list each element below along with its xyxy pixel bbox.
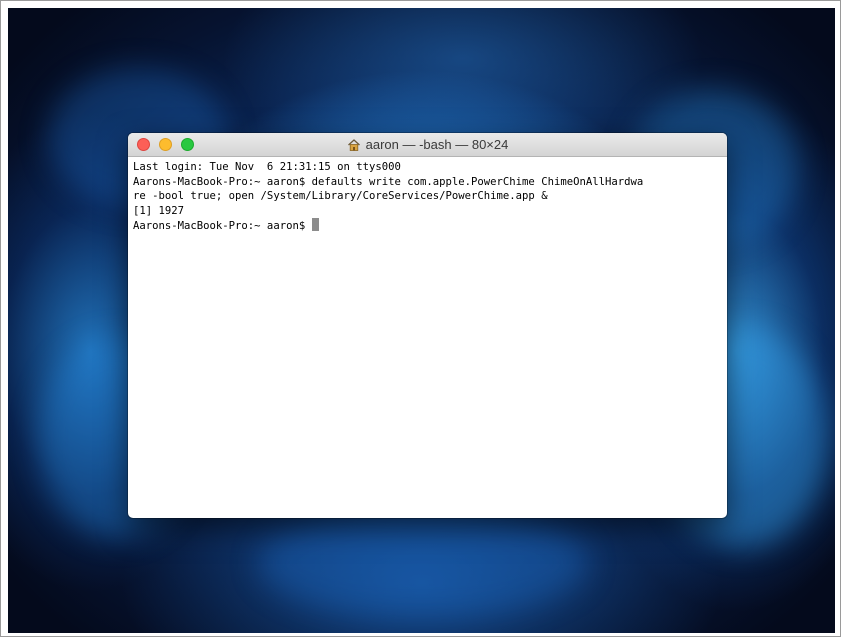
terminal-line: Last login: Tue Nov 6 21:31:15 on ttys00…: [133, 161, 401, 173]
terminal-line: [1] 1927: [133, 204, 185, 217]
terminal-line: re -bool true; open /System/Library/Core…: [133, 190, 548, 202]
terminal-prompt: Aarons-MacBook-Pro:~ aaron$: [133, 220, 312, 232]
window-title-text: aaron — -bash — 80×24: [365, 137, 509, 152]
window-title: aaron — -bash — 80×24: [128, 133, 727, 156]
terminal-content[interactable]: Last login: Tue Nov 6 21:31:15 on ttys00…: [128, 157, 727, 234]
screenshot-frame: aaron — -bash — 80×24 Last login: Tue No…: [0, 0, 841, 637]
terminal-prompt-line: Aarons-MacBook-Pro:~ aaron$: [133, 218, 723, 234]
terminal-line: Aarons-MacBook-Pro:~ aaron$ defaults wri…: [133, 175, 644, 188]
text-cursor: [311, 218, 319, 231]
desktop-wallpaper: aaron — -bash — 80×24 Last login: Tue No…: [8, 8, 835, 633]
home-icon: [347, 138, 360, 151]
terminal-window[interactable]: aaron — -bash — 80×24 Last login: Tue No…: [128, 133, 727, 518]
window-titlebar[interactable]: aaron — -bash — 80×24: [128, 133, 727, 157]
wallpaper-cloud: [258, 508, 588, 618]
